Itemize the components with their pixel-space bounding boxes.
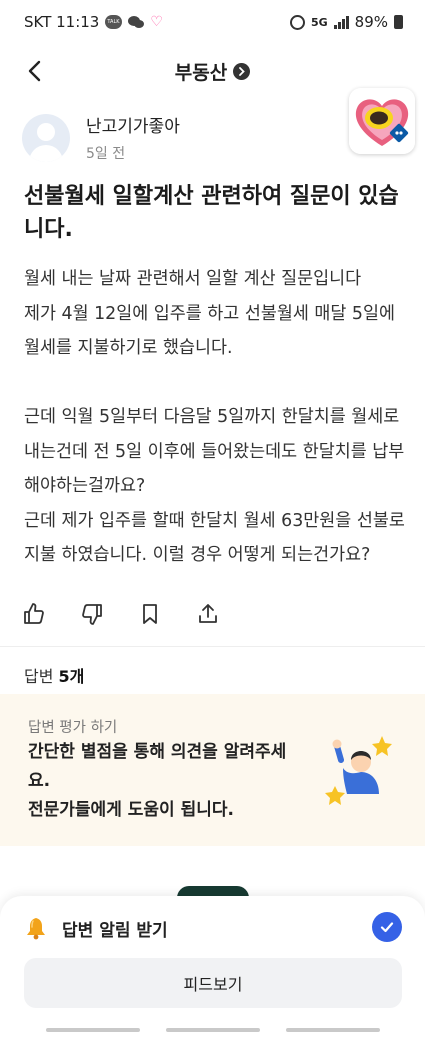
author-row[interactable]: 난고기가좋아 5일 전 — [22, 112, 180, 163]
question-body: 월세 내는 날짜 관련해서 일할 계산 질문입니다 제가 4월 12일에 입주를… — [24, 269, 405, 565]
bookmark-icon — [143, 604, 157, 624]
status-right: 5G 89% — [289, 13, 403, 31]
category-label: 부동산 — [174, 61, 228, 84]
nav-back[interactable] — [286, 1028, 380, 1032]
bookmark-button[interactable] — [138, 602, 162, 626]
question-title: 선불월세 일할계산 관련하여 질문이 있습니다. — [24, 184, 399, 242]
category-title[interactable]: 부동산 — [174, 58, 251, 85]
alarm-icon — [289, 14, 305, 30]
dislike-button[interactable] — [80, 602, 104, 626]
status-left: SKT 11:13 ♡ — [24, 13, 163, 31]
divider — [0, 646, 425, 647]
author-info: 난고기가좋아 5일 전 — [86, 112, 180, 163]
avatar — [22, 113, 70, 162]
share-icon — [199, 604, 217, 623]
nav-home[interactable] — [166, 1028, 260, 1032]
notify-row[interactable]: 답변 알림 받기 — [24, 912, 402, 944]
waving-person-stars-icon — [325, 736, 392, 805]
share-button[interactable] — [196, 602, 220, 626]
kakao-heart-logo-icon — [349, 88, 415, 154]
notify-label: 답변 알림 받기 — [62, 920, 168, 941]
kakaotalk-notification-icon — [105, 15, 123, 29]
nav-recents[interactable] — [46, 1028, 140, 1032]
back-arrow-icon[interactable] — [22, 58, 48, 84]
rating-label: 답변 평가 하기 — [28, 720, 118, 736]
battery-percent: 89% — [354, 13, 388, 31]
system-nav-bar — [0, 1028, 425, 1034]
answer-number: 5개 — [58, 667, 85, 686]
post-time: 5일 전 — [86, 146, 126, 162]
status-bar: SKT 11:13 ♡ 5G 89% — [0, 0, 425, 44]
ad-badge[interactable] — [349, 88, 415, 154]
rating-text: 간단한 별점을 통해 의견을 알려주세요. 전문가들에게 도움이 됩니다. — [28, 742, 287, 820]
bell-icon — [27, 918, 45, 940]
thumbs-down-icon — [82, 604, 102, 625]
feed-button[interactable]: 피드보기 — [24, 958, 402, 1008]
bottom-sheet: 답변 알림 받기 피드보기 — [0, 896, 425, 1040]
carrier-time: SKT 11:13 — [24, 13, 100, 31]
author-name: 난고기가좋아 — [86, 117, 180, 137]
heart-notification-icon: ♡ — [150, 14, 163, 30]
post-actions — [22, 602, 220, 626]
signal-icon — [333, 15, 349, 29]
rating-card[interactable]: 답변 평가 하기 간단한 별점을 통해 의견을 알려주세요. 전문가들에게 도움… — [0, 694, 425, 846]
answer-label: 답변 — [24, 667, 54, 686]
chat-bubbles-icon — [128, 16, 145, 28]
like-button[interactable] — [22, 602, 46, 626]
answer-count: 답변 5개 — [24, 663, 84, 687]
network-type: 5G — [310, 15, 328, 29]
thumbs-up-icon — [24, 603, 44, 624]
battery-icon — [394, 15, 403, 29]
checkmark-toggle-icon[interactable] — [372, 912, 402, 942]
chevron-right-icon — [233, 62, 251, 80]
